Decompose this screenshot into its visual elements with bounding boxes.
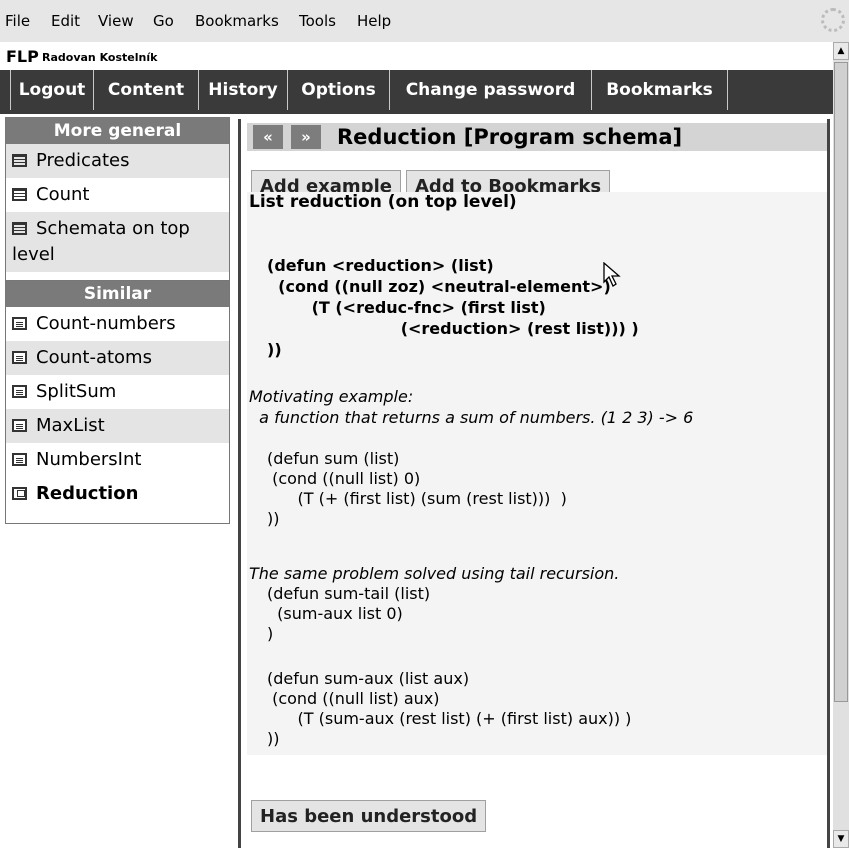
code-line: (defun sum (list): [267, 449, 400, 468]
document-icon: [12, 385, 27, 398]
menu-bookmarks[interactable]: Bookmarks: [195, 12, 279, 30]
next-button[interactable]: »: [291, 125, 321, 149]
nav-bar: Logout Content History Options Change pa…: [0, 70, 833, 114]
main-panel: « » Reduction [Program schema] Add examp…: [238, 119, 830, 848]
prev-button[interactable]: «: [253, 125, 283, 149]
more-general-title: More general: [6, 118, 229, 144]
menu-file[interactable]: File: [5, 12, 30, 30]
similar-title: Similar: [6, 281, 229, 307]
sidebar-item-maxlist[interactable]: MaxList: [6, 409, 229, 443]
schema-line: (T (<reduc-fnc> (first list): [267, 298, 546, 317]
mouse-cursor-icon: [603, 262, 621, 287]
sidebar-item-label: Count-atoms: [36, 347, 152, 368]
sidebar-item-predicates[interactable]: Predicates: [6, 144, 229, 178]
document-icon: [12, 351, 27, 364]
sidebar-item-splitsum[interactable]: SplitSum: [6, 375, 229, 409]
code-line: ): [267, 624, 274, 643]
nav-options[interactable]: Options: [288, 70, 390, 110]
sidebar-item-label: NumbersInt: [36, 449, 142, 470]
code-line: (T (+ (first list) (sum (rest list))) ): [267, 489, 567, 508]
sidebar-item-schemata[interactable]: Schemata on top level: [6, 212, 229, 272]
menu-help[interactable]: Help: [357, 12, 391, 30]
code-line: (defun sum-tail (list): [267, 584, 431, 603]
page-content: FLP Radovan Kostelník Logout Content His…: [0, 42, 833, 848]
motivating-text: a function that returns a sum of numbers…: [249, 408, 694, 427]
vertical-scrollbar[interactable]: ▲ ▼: [833, 42, 849, 848]
app-name: FLP: [6, 47, 39, 66]
throbber-icon: [821, 8, 845, 32]
document-icon: [12, 419, 27, 432]
sidebar-item-numbersint[interactable]: NumbersInt: [6, 443, 229, 477]
nav-change-password[interactable]: Change password: [390, 70, 592, 110]
scroll-down-icon[interactable]: ▼: [833, 830, 849, 848]
sidebar-item-label: Schemata on top level: [12, 218, 190, 265]
schema-icon: [12, 487, 27, 500]
sidebar-item-label: MaxList: [36, 415, 105, 436]
content-heading: List reduction (on top level): [249, 192, 517, 212]
tail-label: The same problem solved using tail recur…: [249, 564, 620, 583]
menu-bar: File Edit View Go Bookmarks Tools Help: [0, 0, 849, 42]
document-icon: [12, 453, 27, 466]
sidebar-item-count-numbers[interactable]: Count-numbers: [6, 307, 229, 341]
similar-panel: Similar Count-numbers Count-atoms SplitS…: [5, 280, 230, 524]
menu-edit[interactable]: Edit: [51, 12, 80, 30]
user-name: Radovan Kostelník: [42, 51, 158, 64]
menu-tools[interactable]: Tools: [299, 12, 336, 30]
page-title: Reduction [Program schema]: [337, 125, 683, 149]
has-been-understood-button[interactable]: Has been understood: [251, 800, 487, 832]
list-icon: [12, 154, 27, 167]
menu-view[interactable]: View: [98, 12, 134, 30]
schema-line: (defun <reduction> (list): [267, 256, 494, 275]
code-line: (sum-aux list 0): [267, 604, 403, 623]
sidebar-item-label: Predicates: [36, 150, 130, 171]
scroll-up-icon[interactable]: ▲: [833, 42, 849, 60]
list-icon: [12, 188, 27, 201]
nav-logout[interactable]: Logout: [10, 70, 94, 110]
code-line: (cond ((null list) aux): [267, 689, 440, 708]
schema-line: (<reduction> (rest list))) ): [267, 319, 639, 338]
list-icon: [12, 222, 27, 235]
sidebar-item-reduction[interactable]: Reduction: [6, 477, 229, 511]
sidebar-item-label: SplitSum: [36, 381, 117, 402]
code-line: (T (sum-aux (rest list) (+ (first list) …: [267, 709, 632, 728]
page-header: FLP Radovan Kostelník: [0, 42, 833, 70]
sidebar-item-count[interactable]: Count: [6, 178, 229, 212]
motivating-label: Motivating example:: [249, 387, 414, 406]
nav-bookmarks[interactable]: Bookmarks: [592, 70, 728, 110]
sidebar-item-label: Count-numbers: [36, 313, 176, 334]
code-line: )): [267, 729, 280, 748]
title-bar: « » Reduction [Program schema]: [247, 123, 827, 151]
sidebar-item-label: Count: [36, 184, 90, 205]
code-line: (cond ((null list) 0): [267, 469, 421, 488]
code-line: (defun sum-aux (list aux): [267, 669, 470, 688]
scrollbar-thumb[interactable]: [834, 62, 848, 702]
schema-line: (cond ((null zoz) <neutral-element>): [267, 277, 611, 296]
nav-content[interactable]: Content: [94, 70, 199, 110]
content-body: List reduction (on top level) (defun <re…: [247, 192, 827, 755]
sidebar-item-count-atoms[interactable]: Count-atoms: [6, 341, 229, 375]
sidebar-item-label: Reduction: [36, 483, 139, 504]
schema-line: )): [267, 340, 282, 359]
nav-history[interactable]: History: [199, 70, 288, 110]
code-line: )): [267, 509, 280, 528]
document-icon: [12, 317, 27, 330]
menu-go[interactable]: Go: [153, 12, 174, 30]
